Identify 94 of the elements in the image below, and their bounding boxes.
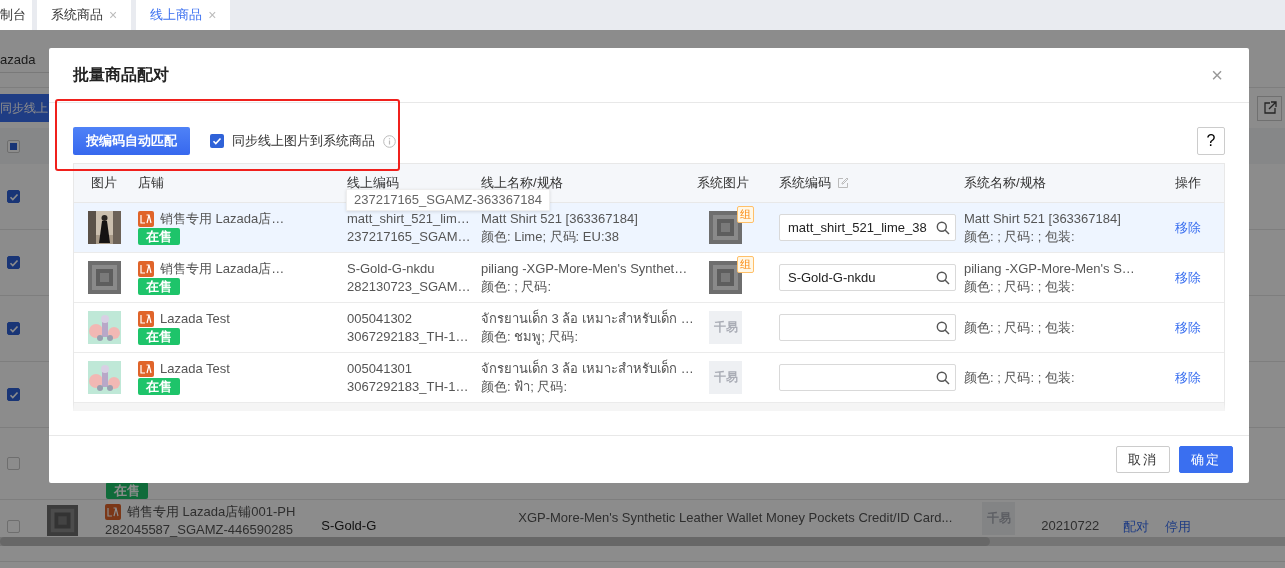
remove-link[interactable]: 移除	[1175, 219, 1201, 235]
shop-name: Lazada Test	[160, 310, 230, 327]
shop-name: 销售专用 Lazada店…	[160, 260, 285, 277]
select-all-checkbox[interactable]	[7, 139, 20, 153]
shop-logo-icon	[138, 260, 154, 277]
checkbox-label: 同步线上图片到系统商品	[232, 132, 375, 150]
system-code-field[interactable]: S-Gold-G-nkdu	[779, 264, 956, 291]
online-id: 282130723_SGAM…	[347, 278, 472, 295]
online-id: 237217165_SGAM…	[347, 228, 472, 245]
shop-logo-icon	[105, 504, 121, 520]
shop-name: Lazada Test	[160, 360, 230, 377]
close-button[interactable]: ×	[1207, 63, 1227, 87]
export-icon[interactable]	[1257, 95, 1282, 121]
created-date: 20210722	[1041, 518, 1100, 533]
cancel-button[interactable]: 取消	[1116, 446, 1170, 473]
row-checkbox[interactable]	[7, 388, 20, 401]
online-code: S-Gold-G-nkdu	[347, 260, 436, 277]
product-spec: 颜色: ฟ้า; 尺码:	[481, 378, 569, 395]
product-spec: 颜色: Lime; 尺码: EU:38	[481, 228, 620, 245]
online-code: 005041301	[347, 360, 414, 377]
column-header: 系统编码	[779, 174, 831, 192]
system-code-field[interactable]	[779, 364, 956, 391]
row-action-link[interactable]: 停用	[1165, 518, 1192, 536]
table-row[interactable]: 销售专用 Lazada店… 在售 S-Gold-G-nkdu 282130723_SGAM… piliang -XGP-More-Men's Synthet… 颜色: ; 尺码: 组 S-Gold-G-nkdu piliang -XGP-More-Men's S… 颜色: ; 尺码: ; 包装: 移除	[74, 253, 1224, 303]
column-header: 图片	[91, 174, 117, 192]
row-checkbox[interactable]	[7, 520, 20, 533]
shop-logo-icon	[138, 360, 154, 377]
system-code-field[interactable]	[779, 314, 956, 341]
row-checkbox[interactable]	[7, 190, 20, 203]
group-badge: 组	[737, 256, 754, 273]
shop-name: 销售专用 Lazada店…	[160, 210, 285, 227]
system-spec: 颜色: ; 尺码: ; 包装:	[964, 278, 1076, 295]
check-icon	[8, 191, 19, 202]
sync-images-checkbox[interactable]	[210, 134, 224, 148]
column-header: 操作	[1175, 174, 1201, 192]
column-header: 系统名称/规格	[964, 174, 1046, 192]
dialog-title: 批量商品配对	[73, 64, 169, 85]
status-badge: 在售	[138, 278, 180, 295]
check-icon	[8, 389, 19, 400]
online-id: 3067292183_TH-1…	[347, 328, 470, 345]
check-icon	[8, 257, 19, 268]
product-spec: 颜色: ; 尺码:	[481, 278, 553, 295]
product-name: XGP-More-Men's Synthetic Leather Wallet Money Pockets Credit/ID Card...	[518, 510, 953, 525]
remove-link[interactable]: 移除	[1175, 269, 1201, 285]
system-code: S-Gold-G	[321, 518, 377, 533]
shop-logo-icon	[138, 210, 154, 227]
status-badge: 在售	[138, 228, 180, 245]
product-name: จักรยานเด็ก 3 ล้อ เหมาะสำหรับเด็ก …	[481, 360, 695, 377]
product-name: Matt Shirt 521 [363367184]	[481, 210, 639, 227]
placeholder-logo-text: 千易	[713, 369, 738, 386]
product-name: จักรยานเด็ก 3 ล้อ เหมาะสำหรับเด็ก …	[481, 310, 695, 327]
shop-logo-icon	[138, 310, 154, 327]
search-icon[interactable]	[936, 320, 950, 335]
column-header: 系统图片	[697, 174, 749, 192]
status-badge: 在售	[138, 328, 180, 345]
auto-match-button[interactable]: 按编码自动匹配	[73, 127, 190, 155]
search-icon[interactable]	[936, 220, 950, 235]
status-badge: 在售	[138, 378, 180, 395]
check-icon	[212, 136, 222, 146]
system-name: piliang -XGP-More-Men's S…	[964, 260, 1136, 277]
group-badge: 组	[737, 206, 754, 223]
system-spec: 颜色: ; 尺码: ; 包装:	[964, 319, 1076, 336]
column-header: 店铺	[138, 174, 164, 192]
row-checkbox[interactable]	[7, 457, 20, 470]
page-tab[interactable]: 系统商品 ×	[37, 0, 132, 30]
search-icon[interactable]	[936, 270, 950, 285]
online-id: 282045587_SGAMZ-446590285	[105, 522, 294, 537]
system-spec: 颜色: ; 尺码: ; 包装:	[964, 228, 1076, 245]
sync-button[interactable]: 同步线上	[0, 94, 49, 122]
check-icon	[8, 323, 19, 334]
row-action-link[interactable]: 配对	[1123, 518, 1150, 536]
online-code: 005041302	[347, 310, 414, 327]
help-button[interactable]: ?	[1197, 127, 1225, 155]
online-id: 3067292183_TH-1…	[347, 378, 470, 395]
row-checkbox[interactable]	[7, 322, 20, 335]
product-name: piliang -XGP-More-Men's Synthet…	[481, 260, 689, 277]
scrollbar-thumb[interactable]	[0, 537, 990, 546]
search-icon[interactable]	[936, 370, 950, 385]
product-spec: 颜色: ชมพู; 尺码:	[481, 328, 580, 345]
page-tab[interactable]: 制台	[0, 0, 32, 30]
confirm-button[interactable]: 确定	[1179, 446, 1233, 473]
page-tab[interactable]: 线上商品 ×	[136, 0, 231, 30]
placeholder-logo-text: 千易	[713, 319, 738, 336]
remove-link[interactable]: 移除	[1175, 319, 1201, 335]
tooltip: 237217165_SGAMZ-363367184	[346, 189, 550, 211]
remove-link[interactable]: 移除	[1175, 369, 1201, 385]
system-code-field[interactable]: matt_shirt_521_lime_38	[779, 214, 956, 241]
row-checkbox[interactable]	[7, 256, 20, 269]
online-code: matt_shirt_521_lim…	[347, 210, 471, 227]
column-header: 线上名称/规格	[481, 174, 563, 192]
system-spec: 颜色: ; 尺码: ; 包装:	[964, 369, 1076, 386]
system-name: Matt Shirt 521 [363367184]	[964, 210, 1122, 227]
column-header: 线上编码	[347, 174, 399, 192]
shop-name: 销售专用 Lazada店铺001-PH	[127, 503, 296, 521]
